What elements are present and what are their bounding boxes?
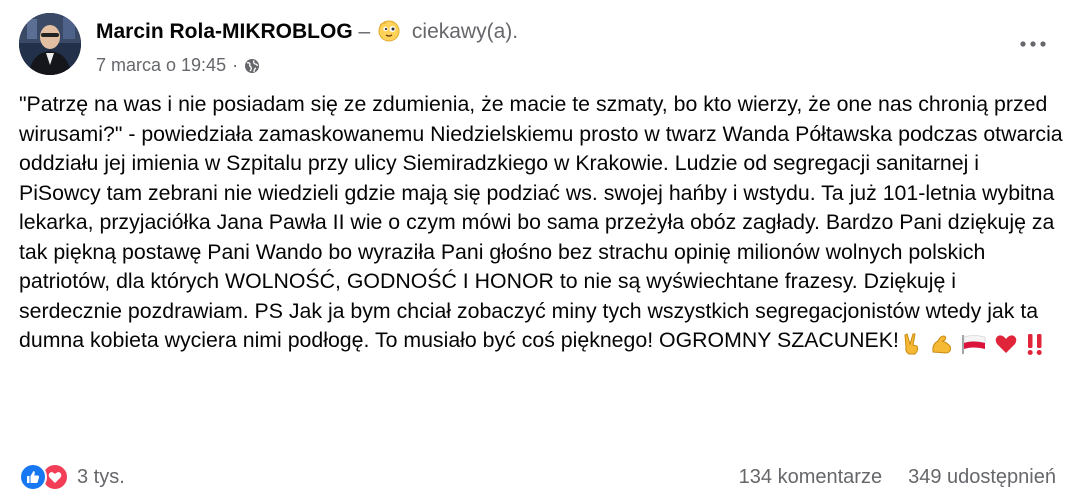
post-text: "Patrzę na was i nie posiadam się ze zdu… xyxy=(19,92,1063,352)
more-dots-icon xyxy=(1020,41,1046,47)
poland-flag-emoji-icon xyxy=(961,335,986,355)
double-exclamation-emoji-icon xyxy=(1027,334,1042,356)
post-meta: 7 marca o 19:45 · xyxy=(96,55,260,76)
feeling-text: ciekawy(a). xyxy=(411,20,519,43)
author-line: Marcin Rola-MIKROBLOG – ciekawy(a). xyxy=(96,19,518,45)
globe-icon[interactable] xyxy=(244,58,260,74)
trailing-emojis xyxy=(901,329,1046,359)
post-stats: 134 komentarze 349 udostępnień xyxy=(739,466,1056,489)
post-body: "Patrzę na was i nie posiadam się ze zdu… xyxy=(19,90,1064,359)
author-avatar[interactable] xyxy=(19,13,81,75)
comments-count-link[interactable]: 134 komentarze xyxy=(739,466,882,489)
red-heart-emoji-icon xyxy=(995,335,1016,354)
like-icon xyxy=(19,463,47,491)
reactions-summary[interactable]: 3 tys. xyxy=(19,463,125,491)
shares-count-link[interactable]: 349 udostępnień xyxy=(908,466,1056,489)
more-options-button[interactable] xyxy=(1016,32,1050,56)
curious-face-emoji-icon xyxy=(378,20,400,42)
flexed-biceps-emoji-icon xyxy=(932,335,951,354)
author-name[interactable]: Marcin Rola-MIKROBLOG xyxy=(96,20,353,43)
victory-hand-emoji-icon xyxy=(904,333,919,355)
meta-separator: · xyxy=(232,55,239,75)
reaction-count: 3 tys. xyxy=(77,465,125,488)
dash-separator: – xyxy=(358,20,371,43)
facebook-post: Marcin Rola-MIKROBLOG – ciekawy(a). 7 ma… xyxy=(0,0,1076,500)
post-footer: 3 tys. 134 komentarze 349 udostępnień xyxy=(19,462,1056,492)
post-timestamp[interactable]: 7 marca o 19:45 xyxy=(96,55,226,76)
